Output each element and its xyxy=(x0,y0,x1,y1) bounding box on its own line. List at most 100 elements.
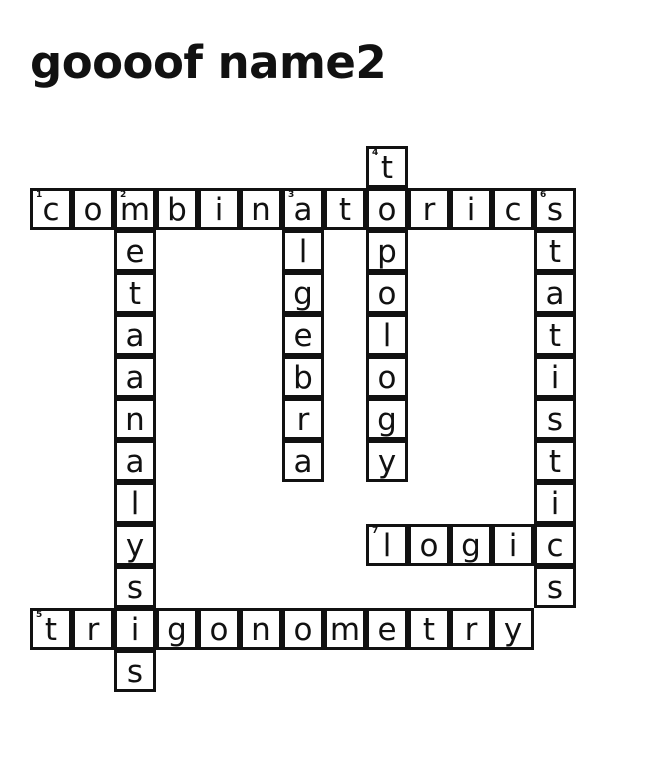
cell-letter: s xyxy=(546,569,564,606)
cell-letter: l xyxy=(130,485,140,522)
cell-letter: e xyxy=(377,611,397,648)
crossword-cell[interactable]: 3a xyxy=(282,188,324,230)
crossword-cell[interactable]: s xyxy=(534,398,576,440)
crossword-cell[interactable]: g xyxy=(156,608,198,650)
cell-letter: t xyxy=(548,317,562,354)
crossword-cell[interactable]: 7l xyxy=(366,524,408,566)
crossword-cell[interactable]: i xyxy=(492,524,534,566)
crossword-cell[interactable]: y xyxy=(492,608,534,650)
cell-letter: t xyxy=(548,233,562,270)
cell-letter: i xyxy=(130,611,140,648)
cell-letter: r xyxy=(422,191,436,228)
crossword-cell[interactable]: o xyxy=(366,272,408,314)
crossword-cell[interactable]: t xyxy=(534,314,576,356)
clue-number: 1 xyxy=(36,190,43,200)
crossword-cell[interactable]: i xyxy=(198,188,240,230)
cell-letter: l xyxy=(382,527,392,564)
cell-letter: l xyxy=(382,317,392,354)
crossword-cell[interactable]: 1c xyxy=(30,188,72,230)
crossword-cell[interactable]: s xyxy=(114,566,156,608)
cell-letter: c xyxy=(42,191,60,228)
cell-letter: a xyxy=(125,443,145,480)
cell-letter: y xyxy=(377,443,397,480)
crossword-cell[interactable]: t xyxy=(408,608,450,650)
cell-letter: s xyxy=(126,653,144,690)
cell-letter: t xyxy=(128,275,142,312)
crossword-cell[interactable]: r xyxy=(450,608,492,650)
cell-letter: s xyxy=(546,401,564,438)
cell-letter: o xyxy=(377,191,397,228)
cell-letter: g xyxy=(377,401,397,438)
cell-letter: y xyxy=(125,527,145,564)
cell-letter: a xyxy=(545,275,565,312)
crossword-cell[interactable]: i xyxy=(450,188,492,230)
clue-number: 5 xyxy=(36,610,43,620)
crossword-cell[interactable]: t xyxy=(324,188,366,230)
crossword-cell[interactable]: s xyxy=(534,566,576,608)
crossword-cell[interactable]: i xyxy=(534,482,576,524)
crossword-cell[interactable]: y xyxy=(114,524,156,566)
cell-letter: r xyxy=(464,611,478,648)
cell-letter: r xyxy=(296,401,310,438)
crossword-cell[interactable]: i xyxy=(114,608,156,650)
clue-number: 6 xyxy=(540,190,547,200)
crossword-cell[interactable]: e xyxy=(114,230,156,272)
crossword-cell[interactable]: o xyxy=(366,188,408,230)
cell-letter: t xyxy=(338,191,352,228)
cell-letter: s xyxy=(546,191,564,228)
crossword-cell[interactable]: n xyxy=(114,398,156,440)
cell-letter: e xyxy=(293,317,313,354)
crossword-cell[interactable]: o xyxy=(366,356,408,398)
crossword-cell[interactable]: 4t xyxy=(366,146,408,188)
crossword-cell[interactable]: t xyxy=(534,440,576,482)
crossword-cell[interactable]: a xyxy=(114,356,156,398)
crossword-cell[interactable]: l xyxy=(366,314,408,356)
crossword-cell[interactable]: s xyxy=(114,650,156,692)
crossword-cell[interactable]: g xyxy=(366,398,408,440)
cell-letter: a xyxy=(293,443,313,480)
crossword-cell[interactable]: c xyxy=(534,524,576,566)
crossword-cell[interactable]: i xyxy=(534,356,576,398)
cell-letter: n xyxy=(251,191,271,228)
crossword-cell[interactable]: n xyxy=(240,608,282,650)
crossword-cell[interactable]: o xyxy=(198,608,240,650)
cell-letter: i xyxy=(508,527,518,564)
crossword-cell[interactable]: y xyxy=(366,440,408,482)
crossword-cell[interactable]: e xyxy=(366,608,408,650)
crossword-cell[interactable]: a xyxy=(282,440,324,482)
crossword-grid: 4t1co2mbin3atoric6selpttgoaaeltaboinrgsa… xyxy=(30,146,618,694)
page-title: goooof name2 xyxy=(30,36,387,89)
crossword-cell[interactable]: r xyxy=(408,188,450,230)
crossword-cell[interactable]: 5t xyxy=(30,608,72,650)
cell-letter: o xyxy=(419,527,439,564)
crossword-cell[interactable]: b xyxy=(282,356,324,398)
crossword-cell[interactable]: b xyxy=(156,188,198,230)
crossword-cell[interactable]: p xyxy=(366,230,408,272)
crossword-cell[interactable]: g xyxy=(450,524,492,566)
cell-letter: a xyxy=(293,191,313,228)
crossword-cell[interactable]: a xyxy=(114,440,156,482)
crossword-cell[interactable]: m xyxy=(324,608,366,650)
crossword-cell[interactable]: c xyxy=(492,188,534,230)
crossword-cell[interactable]: r xyxy=(72,608,114,650)
crossword-cell[interactable]: t xyxy=(534,230,576,272)
crossword-cell[interactable]: r xyxy=(282,398,324,440)
crossword-cell[interactable]: o xyxy=(72,188,114,230)
crossword-cell[interactable]: o xyxy=(282,608,324,650)
crossword-cell[interactable]: t xyxy=(114,272,156,314)
cell-letter: t xyxy=(422,611,436,648)
crossword-cell[interactable]: 2m xyxy=(114,188,156,230)
crossword-cell[interactable]: o xyxy=(408,524,450,566)
cell-letter: c xyxy=(546,527,564,564)
crossword-cell[interactable]: e xyxy=(282,314,324,356)
crossword-cell[interactable]: n xyxy=(240,188,282,230)
cell-letter: o xyxy=(377,275,397,312)
crossword-cell[interactable]: l xyxy=(114,482,156,524)
crossword-cell[interactable]: 6s xyxy=(534,188,576,230)
crossword-cell[interactable]: l xyxy=(282,230,324,272)
crossword-cell[interactable]: g xyxy=(282,272,324,314)
crossword-cell[interactable]: a xyxy=(114,314,156,356)
cell-letter: p xyxy=(377,233,397,270)
cell-letter: t xyxy=(44,611,58,648)
crossword-cell[interactable]: a xyxy=(534,272,576,314)
